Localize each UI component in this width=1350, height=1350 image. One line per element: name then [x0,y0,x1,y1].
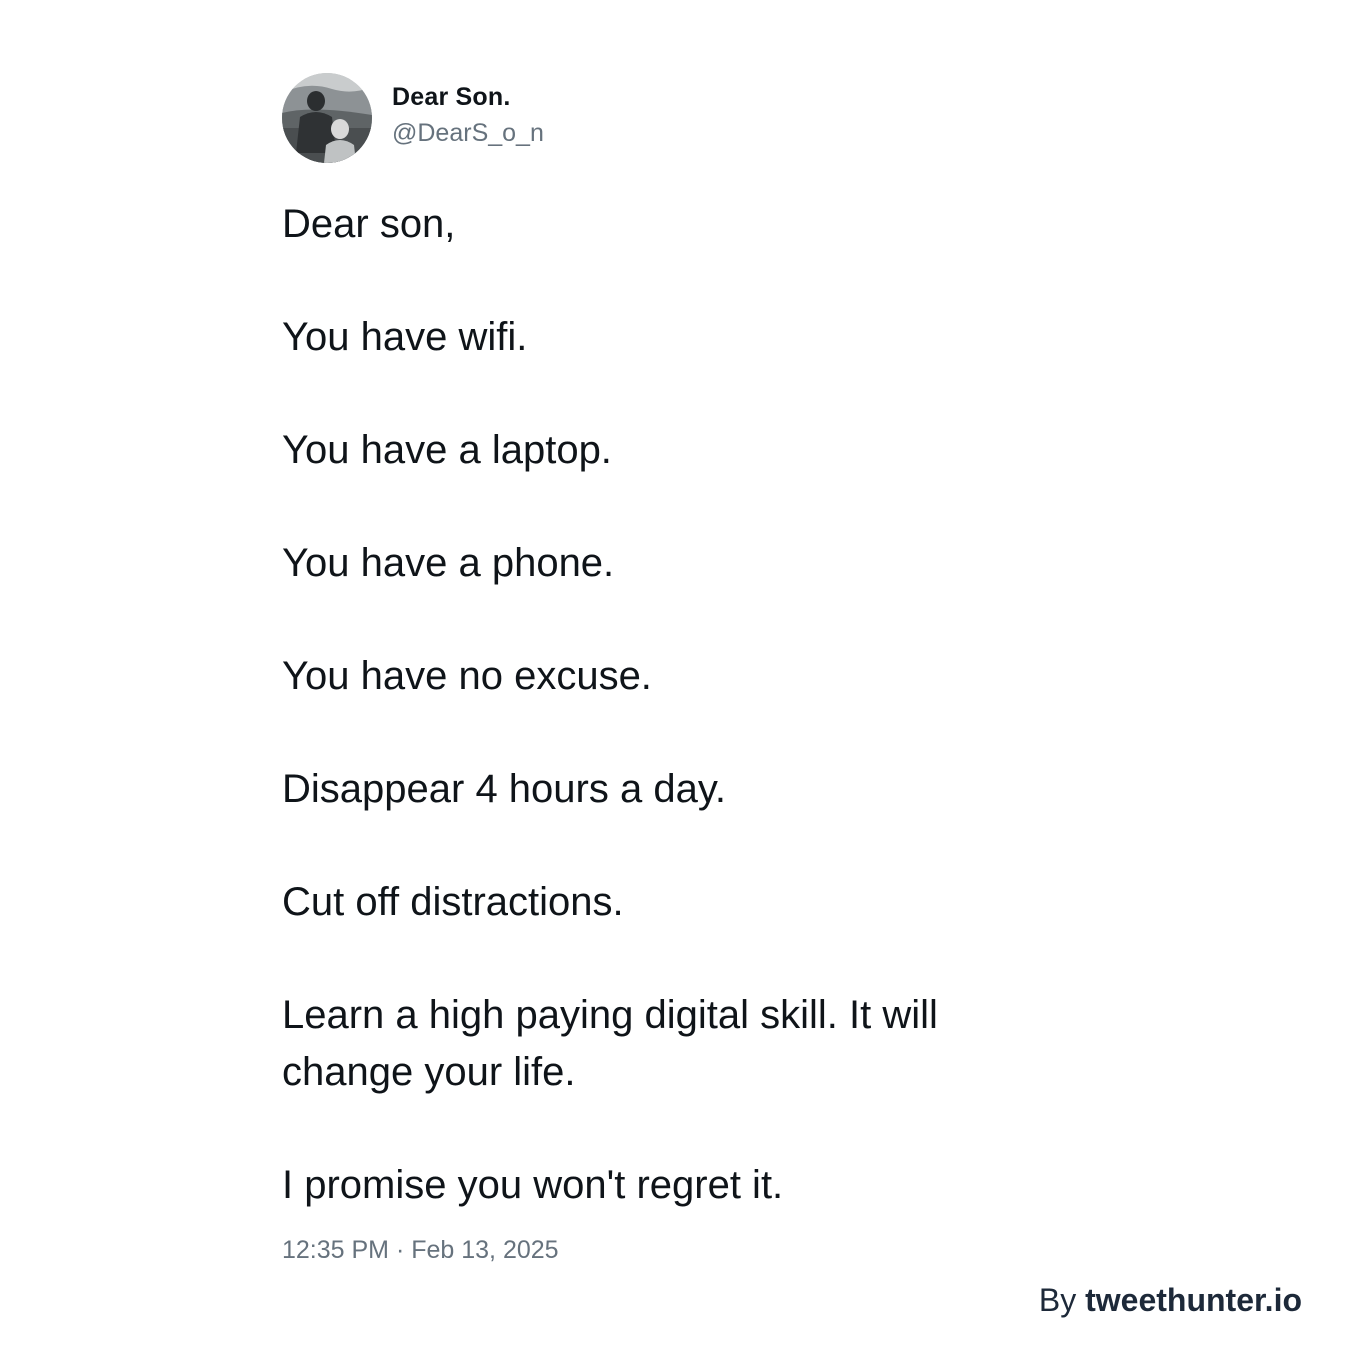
tweet-header: Dear Son. @DearS_o_n [282,72,1042,164]
tweet-card: Dear Son. @DearS_o_n Dear son, You have … [282,72,1042,1266]
tweet-paragraph: I promise you won't regret it. [282,1163,784,1207]
profile-photo-icon[interactable] [282,73,372,163]
tweet-paragraph: You have no excuse. [282,654,652,698]
tweet-paragraph: You have a laptop. [282,428,612,472]
tweet-paragraph: You have wifi. [282,315,528,359]
credit-brand-link[interactable]: tweethunter.io [1085,1282,1302,1318]
author-handle[interactable]: @DearS_o_n [392,117,544,149]
tweet-text: Dear son, You have wifi. You have a lapt… [282,196,1042,1214]
credit-prefix: By [1038,1282,1077,1318]
author-display-name[interactable]: Dear Son. [392,81,544,113]
author-names: Dear Son. @DearS_o_n [392,81,544,149]
tweet-timestamp[interactable]: 12:35 PM · Feb 13, 2025 [282,1234,1042,1266]
tweet-paragraph: Learn a high paying digital skill. It wi… [282,993,950,1094]
tweet-paragraph: You have a phone. [282,541,615,585]
tweet-paragraph: Dear son, [282,202,456,246]
tweet-paragraph: Disappear 4 hours a day. [282,767,726,811]
credit-line: By tweethunter.io [1039,1280,1302,1320]
tweet-paragraph: Cut off distractions. [282,880,624,924]
